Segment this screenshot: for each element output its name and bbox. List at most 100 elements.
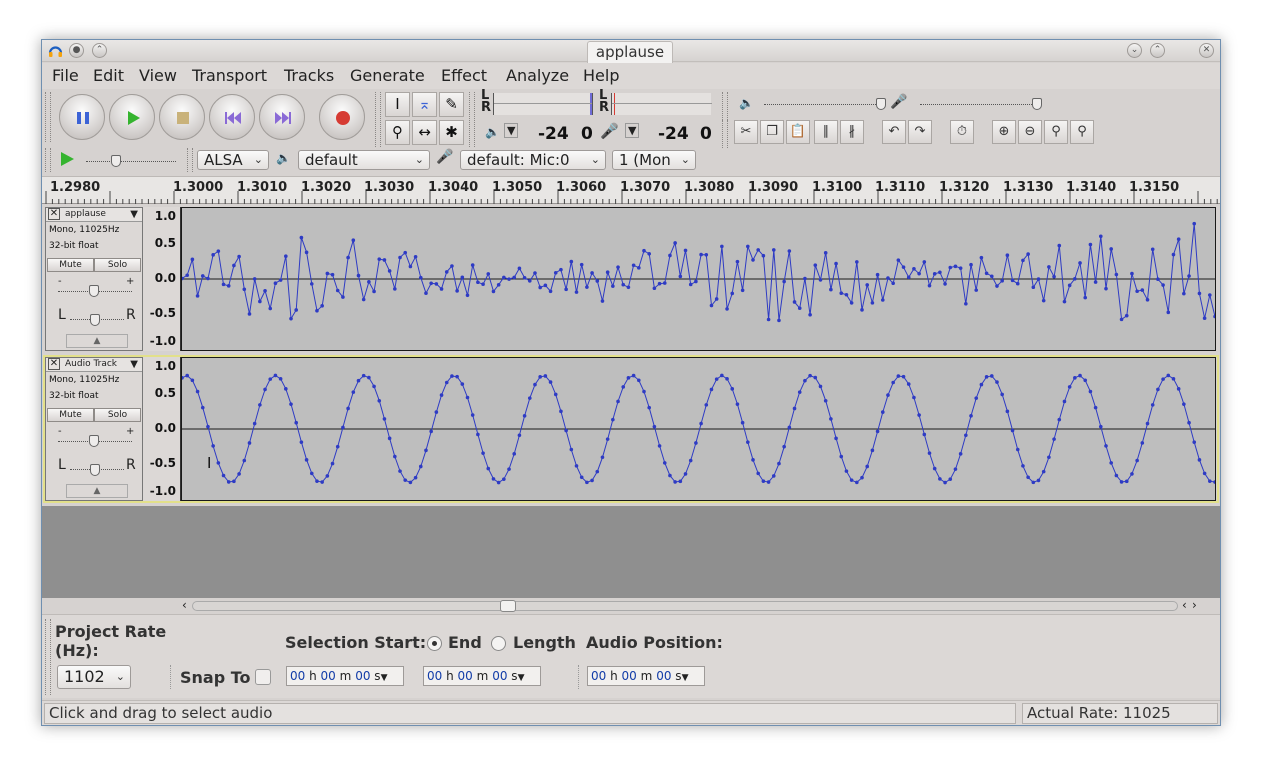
input-device-select[interactable]: default: Mic:0 ⌄ <box>460 150 606 170</box>
solo-button[interactable]: Solo <box>94 258 141 272</box>
track-vertical-ruler[interactable]: 1.0 0.5 0.0 -0.5 -1.0 <box>143 357 181 501</box>
paste-button[interactable]: 📋 <box>786 120 810 144</box>
edit-grip[interactable] <box>722 120 728 148</box>
empty-track-area[interactable] <box>42 506 1220 598</box>
project-rate-select[interactable]: 1102 ⌄ <box>57 665 131 689</box>
input-volume-slider[interactable] <box>920 104 1040 105</box>
scroll-left-icon[interactable]: ‹ <box>182 598 187 612</box>
copy-button[interactable]: ❐ <box>760 120 784 144</box>
horizontal-scrollbar[interactable]: ‹ ‹ › <box>182 598 1218 612</box>
gain-thumb[interactable] <box>89 435 99 447</box>
redo-button[interactable]: ↷ <box>908 120 932 144</box>
collapse-track-button[interactable]: ▲ <box>66 334 128 348</box>
audio-position-time[interactable]: 00 h 00 m 00 s▼ <box>587 666 705 686</box>
mute-button[interactable]: Mute <box>47 408 94 422</box>
menu-dot-button[interactable]: ● <box>69 43 84 58</box>
mute-button[interactable]: Mute <box>47 258 94 272</box>
zoom-out-button[interactable]: ⊖ <box>1018 120 1042 144</box>
multi-tool-button[interactable]: ✱ <box>439 120 464 145</box>
transcription-grip[interactable] <box>45 148 51 172</box>
track-name-bar[interactable]: ✕ applause ▼ <box>46 208 142 222</box>
zoom-tool-button[interactable]: ⚲ <box>385 120 410 145</box>
waveform-area[interactable] <box>181 207 1216 351</box>
playback-meter-menu-button[interactable]: ▼ <box>504 123 519 138</box>
menu-effect[interactable]: Effect <box>441 66 487 85</box>
trim-button[interactable]: ∥ <box>814 120 838 144</box>
maximize-button[interactable]: ⌃ <box>1150 43 1165 58</box>
tools-grip[interactable] <box>375 92 381 147</box>
selection-grip[interactable] <box>45 619 51 695</box>
play-at-speed-button[interactable] <box>58 150 76 172</box>
play-speed-slider[interactable] <box>86 161 176 162</box>
minimize-button[interactable]: ⌄ <box>1127 43 1142 58</box>
fit-project-button[interactable]: ⚲ <box>1070 120 1094 144</box>
zoom-in-button[interactable]: ⊕ <box>992 120 1016 144</box>
waveform-area[interactable]: I <box>181 357 1216 501</box>
playback-meter[interactable] <box>493 93 593 115</box>
undo-button[interactable]: ↶ <box>882 120 906 144</box>
scroll-track[interactable] <box>192 601 1178 611</box>
timeline-ruler[interactable]: 1.2980 1.3000 1.3010 1.3020 1.3030 1.3040 1.30… <box>42 176 1220 204</box>
output-device-select[interactable]: default ⌄ <box>298 150 430 170</box>
track-menu-dropdown-icon[interactable]: ▼ <box>130 208 138 221</box>
output-volume-thumb[interactable] <box>876 98 886 110</box>
record-button[interactable] <box>319 94 365 140</box>
close-button[interactable]: ✕ <box>1199 43 1214 58</box>
chevron-down-icon: ▼ <box>380 673 388 683</box>
menu-view[interactable]: View <box>139 66 177 85</box>
snap-to-checkbox[interactable] <box>255 669 271 685</box>
keep-above-button[interactable]: ⌃ <box>92 43 107 58</box>
scroll-right-icon[interactable]: › <box>1192 598 1197 612</box>
stop-button[interactable] <box>159 94 205 140</box>
pan-thumb[interactable] <box>90 464 100 476</box>
length-radio[interactable] <box>491 636 506 651</box>
output-volume-slider[interactable] <box>764 104 884 105</box>
selection-start-time[interactable]: 00 h 00 m 00 s▼ <box>286 666 404 686</box>
selection-tool-button[interactable]: I <box>385 92 410 117</box>
output-volume-icon: 🔈 <box>739 96 754 110</box>
mixer-grip[interactable] <box>722 92 728 120</box>
scroll-left-end-icon[interactable]: ‹ <box>1182 598 1187 612</box>
track-vertical-ruler[interactable]: 1.0 0.5 0.0 -0.5 -1.0 <box>143 207 181 351</box>
collapse-track-button[interactable]: ▲ <box>66 484 128 498</box>
end-label: End <box>448 633 482 652</box>
fit-selection-button[interactable]: ⚲ <box>1044 120 1068 144</box>
play-button[interactable] <box>109 94 155 140</box>
track-menu-dropdown-icon[interactable]: ▼ <box>130 358 138 371</box>
time-shift-tool-button[interactable]: ↔ <box>412 120 437 145</box>
cut-button[interactable]: ✂ <box>734 120 758 144</box>
menu-file[interactable]: File <box>52 66 79 85</box>
speaker-icon: 🔈 <box>276 151 291 165</box>
input-channels-select[interactable]: 1 (Mon ⌄ <box>612 150 696 170</box>
envelope-tool-button[interactable]: ⌅ <box>412 92 437 117</box>
pan-thumb[interactable] <box>90 314 100 326</box>
menu-transport[interactable]: Transport <box>192 66 267 85</box>
pause-button[interactable] <box>59 94 105 140</box>
track-name-bar[interactable]: ✕ Audio Track ▼ <box>46 358 142 372</box>
draw-tool-button[interactable]: ✎ <box>439 92 464 117</box>
silence-button[interactable]: ∦ <box>840 120 864 144</box>
toolbar-grip[interactable] <box>45 92 51 142</box>
record-meter[interactable] <box>611 93 712 115</box>
menu-help[interactable]: Help <box>583 66 619 85</box>
record-meter-menu-button[interactable]: ▼ <box>625 123 640 138</box>
input-volume-thumb[interactable] <box>1032 98 1042 110</box>
menu-analyze[interactable]: Analyze <box>506 66 569 85</box>
close-track-icon[interactable]: ✕ <box>48 358 60 370</box>
sync-lock-button[interactable]: ⏱ <box>950 120 974 144</box>
play-speed-thumb[interactable] <box>111 155 121 167</box>
device-grip[interactable] <box>187 148 193 172</box>
meter-grip[interactable] <box>469 92 475 147</box>
menu-tracks[interactable]: Tracks <box>284 66 334 85</box>
audio-host-select[interactable]: ALSA ⌄ <box>197 150 269 170</box>
skip-to-end-button[interactable] <box>259 94 305 140</box>
scroll-thumb[interactable] <box>500 600 516 612</box>
skip-to-start-button[interactable] <box>209 94 255 140</box>
close-track-icon[interactable]: ✕ <box>48 208 60 220</box>
menu-generate[interactable]: Generate <box>350 66 425 85</box>
end-radio[interactable] <box>427 636 442 651</box>
gain-thumb[interactable] <box>89 285 99 297</box>
selection-end-time[interactable]: 00 h 00 m 00 s▼ <box>423 666 541 686</box>
menu-edit[interactable]: Edit <box>93 66 124 85</box>
solo-button[interactable]: Solo <box>94 408 141 422</box>
